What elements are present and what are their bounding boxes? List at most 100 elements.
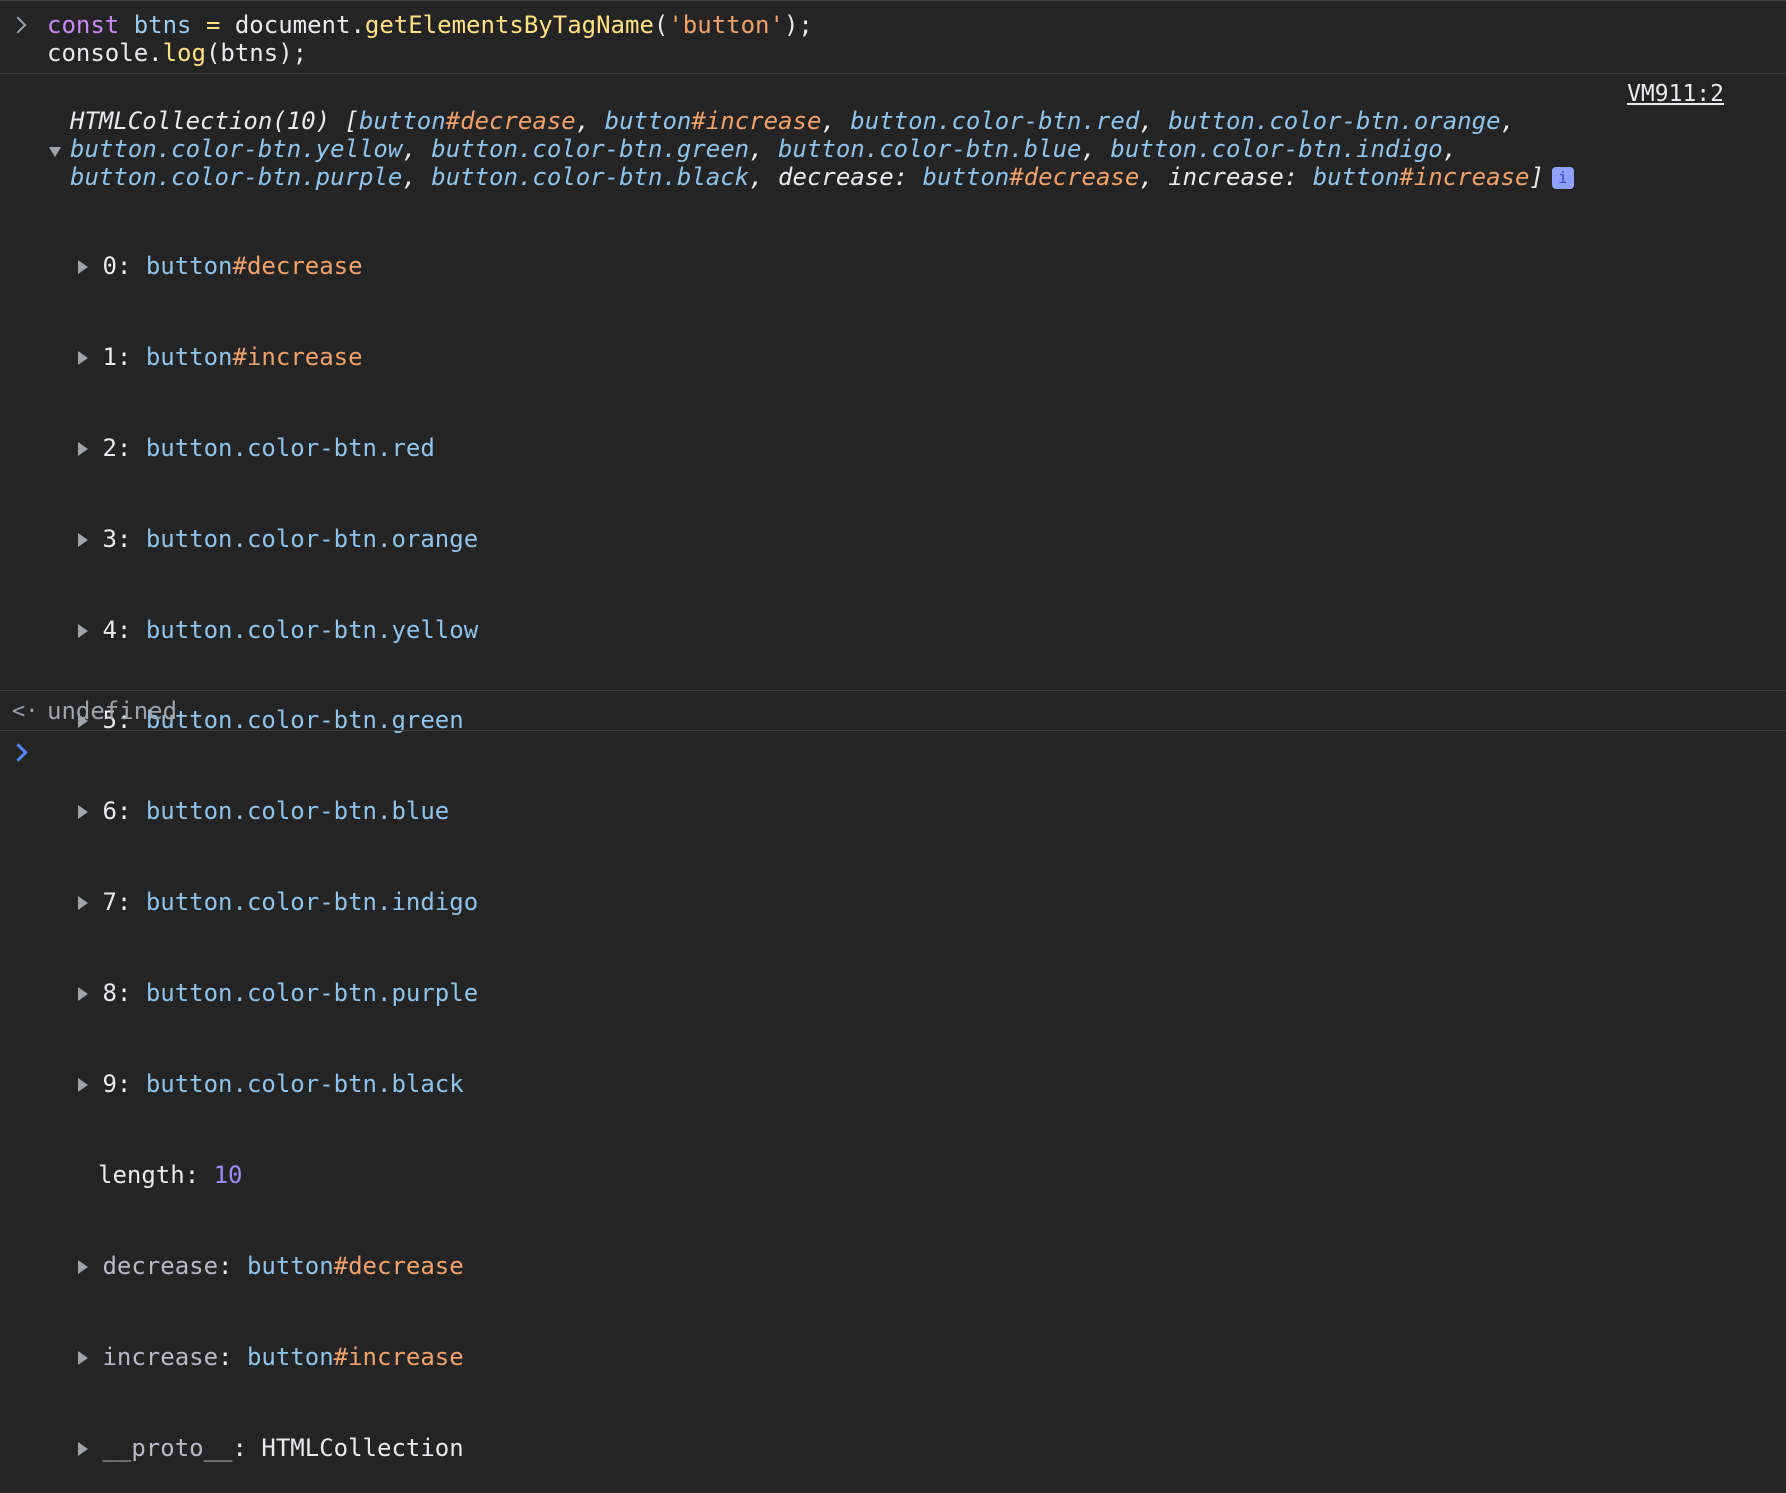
result-value: undefined — [47, 697, 178, 725]
summary-id: #decrease — [445, 107, 576, 135]
object: document. — [234, 11, 365, 39]
args: (btns); — [205, 39, 308, 67]
summary-tag: button — [358, 107, 446, 135]
paren-close: ); — [783, 11, 813, 39]
entry-index: 8 — [102, 979, 117, 1008]
triangle-right-icon[interactable] — [78, 1441, 88, 1456]
list-item[interactable]: __proto__: HTMLCollection — [78, 1431, 478, 1466]
length-key: length — [98, 1160, 185, 1189]
list-item[interactable]: 0: button#decrease — [78, 249, 478, 284]
named-id: #decrease — [333, 1251, 464, 1280]
proto-key: __proto__ — [102, 1433, 233, 1462]
summary-sep: , — [575, 107, 605, 135]
string: 'button' — [668, 11, 784, 39]
triangle-down-icon[interactable] — [49, 147, 61, 157]
list-item[interactable]: increase: button#increase — [78, 1340, 478, 1375]
top-border — [0, 0, 1786, 1]
summary-tag: button.color-btn.purple — [70, 163, 403, 191]
named-key: decrease — [102, 1251, 219, 1280]
triangle-right-icon[interactable] — [78, 896, 88, 911]
entry-index: 6 — [102, 797, 117, 826]
return-arrow-icon: <· — [12, 699, 39, 724]
entry-tag: button.color-btn.indigo — [145, 888, 479, 917]
summary-prefix: HTMLCollection(10) [ — [70, 107, 359, 135]
summary-tag: button.color-btn.black — [431, 163, 750, 191]
summary-sep: ] — [1529, 163, 1544, 191]
console-input[interactable] — [44, 736, 1744, 772]
function: getElementsByTagName — [364, 11, 654, 39]
length-value: 10 — [213, 1160, 243, 1189]
triangle-right-icon[interactable] — [78, 1078, 88, 1093]
summary-sep: , — [749, 135, 779, 163]
length-row: length: 10 — [98, 1160, 243, 1189]
entry-tag: button.color-btn.red — [145, 433, 435, 462]
summary-sep: , — [1442, 135, 1458, 163]
list-item[interactable]: decrease: button#decrease — [78, 1249, 478, 1284]
entry-tag: button — [145, 252, 233, 280]
list-item[interactable]: 8: button.color-btn.purple — [78, 976, 478, 1011]
chevron-right-icon — [9, 743, 28, 762]
command-line-2[interactable]: console.log(btns); — [47, 36, 307, 70]
info-icon[interactable]: i — [1551, 167, 1574, 189]
entry-tag: button.color-btn.blue — [145, 797, 450, 826]
named-id: #increase — [333, 1342, 464, 1371]
list-item[interactable]: 1: button#increase — [78, 340, 478, 375]
entry-id: #increase — [232, 342, 363, 371]
entries-list: 0: button#decrease 1: button#increase 2:… — [78, 193, 478, 1493]
summary-tag: button — [1312, 163, 1400, 191]
summary-sep: , — [821, 107, 851, 135]
triangle-right-icon[interactable] — [78, 260, 88, 274]
entry-tag: button.color-btn.black — [145, 1070, 464, 1099]
summary-tag: button.color-btn.indigo — [1110, 135, 1443, 163]
source-link-text[interactable]: VM911:2 — [1627, 81, 1724, 107]
variable: btns — [133, 11, 192, 39]
named-tag: button — [246, 1342, 334, 1371]
summary-sep: , — [1139, 107, 1169, 135]
summary-tag: button.color-btn.blue — [778, 135, 1082, 163]
object: console. — [47, 39, 163, 67]
list-item[interactable]: 7: button.color-btn.indigo — [78, 885, 478, 920]
entry-id: #decrease — [232, 252, 363, 280]
chevron-right-icon — [9, 16, 27, 34]
list-item[interactable]: 4: button.color-btn.yellow — [78, 613, 478, 648]
summary-id: #increase — [691, 107, 822, 135]
triangle-right-icon[interactable] — [78, 1259, 88, 1274]
summary-tag: button.color-btn.yellow — [70, 135, 403, 163]
summary-key: decrease: — [778, 163, 923, 191]
entry-tag: button — [145, 342, 233, 371]
operator: = — [205, 11, 221, 39]
entry-tag: button.color-btn.orange — [145, 524, 479, 553]
summary-sep: , — [402, 163, 432, 191]
function: log — [162, 39, 206, 67]
collection-summary-line-3[interactable]: button.color-btn.purple, button.color-bt… — [70, 160, 1574, 194]
triangle-right-icon[interactable] — [78, 805, 88, 820]
triangle-right-icon[interactable] — [78, 350, 88, 365]
source-link[interactable]: VM911:2 — [1627, 76, 1724, 111]
summary-sep: , — [1139, 163, 1169, 191]
triangle-right-icon[interactable] — [78, 1350, 88, 1365]
divider — [0, 690, 1786, 691]
summary-sep: , — [749, 163, 779, 191]
divider — [0, 73, 1786, 74]
summary-tag: button.color-btn.red — [850, 107, 1140, 135]
summary-key: increase: — [1168, 163, 1313, 191]
list-item[interactable]: 6: button.color-btn.blue — [78, 794, 478, 829]
summary-sep: , — [1081, 135, 1111, 163]
summary-id: #increase — [1399, 163, 1530, 191]
triangle-right-icon[interactable] — [78, 623, 88, 638]
list-item[interactable]: 9: button.color-btn.black — [78, 1067, 478, 1102]
entry-index: 0 — [102, 252, 117, 280]
entry-index: 9 — [102, 1070, 117, 1099]
list-item[interactable]: 2: button.color-btn.red — [78, 431, 478, 466]
triangle-right-icon[interactable] — [78, 532, 88, 547]
named-tag: button — [246, 1251, 334, 1280]
entry-index: 1 — [102, 342, 117, 371]
triangle-right-icon[interactable] — [78, 441, 88, 456]
entry-index: 3 — [102, 524, 117, 553]
entry-tag: button.color-btn.purple — [145, 979, 479, 1008]
entry-index: 2 — [102, 433, 117, 462]
triangle-right-icon[interactable] — [78, 987, 88, 1002]
list-item[interactable]: 3: button.color-btn.orange — [78, 522, 478, 557]
divider — [0, 730, 1786, 731]
summary-tag: button — [604, 107, 692, 135]
